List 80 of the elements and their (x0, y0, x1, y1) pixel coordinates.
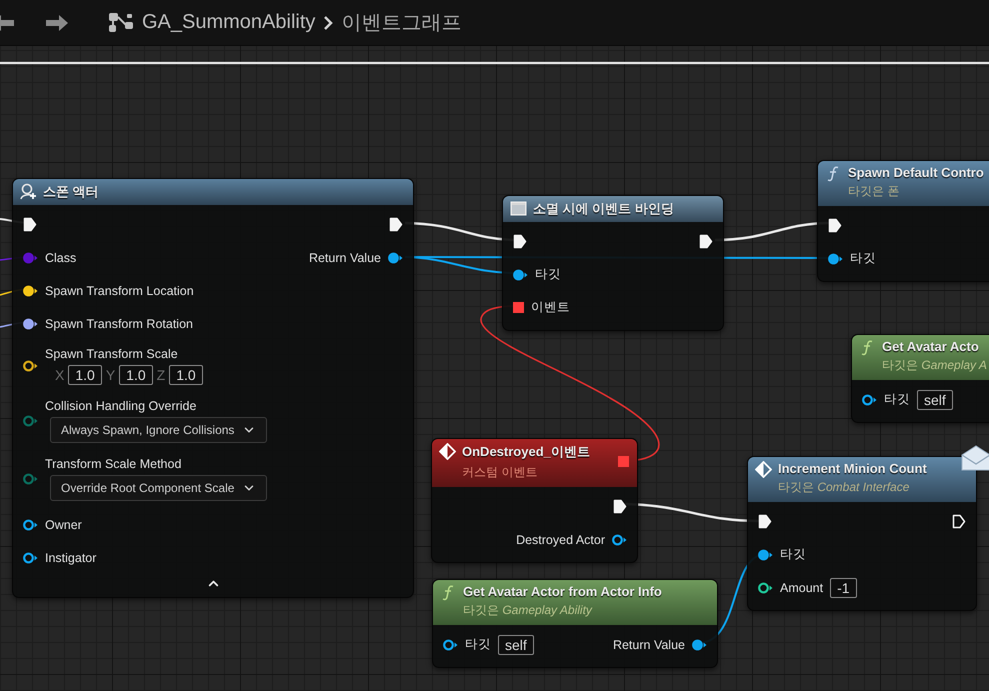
pin-label: 타깃 (780, 546, 806, 563)
node-title: Get Avatar Acto (882, 339, 980, 354)
pin-label: 이벤트 (531, 299, 570, 316)
node-title: OnDestroyed_이벤트 (462, 443, 590, 461)
pin-label: Return Value (308, 250, 381, 264)
graph-node[interactable]: OnDestroyed_이벤트 커스텀 이벤트 Destroyed Actor (431, 438, 638, 563)
pin-label: Return Value (612, 638, 685, 652)
data-pin[interactable] (23, 284, 38, 296)
data-pin[interactable] (23, 552, 38, 564)
data-pin[interactable] (862, 394, 877, 406)
node-title: Get Avatar Actor from Actor Info (463, 584, 662, 599)
data-pin[interactable] (443, 638, 458, 650)
node-subtitle: 타깃은 Gameplay A (882, 357, 987, 374)
pin-label: Transform Scale Method (45, 457, 182, 471)
exec-pin[interactable] (613, 499, 627, 514)
node-subtitle: 커스텀 이벤트 (462, 464, 538, 481)
graph-canvas[interactable] (0, 46, 989, 691)
data-pin[interactable] (758, 582, 773, 594)
forward-arrow-icon[interactable] (46, 14, 68, 32)
exec-pin[interactable] (952, 514, 966, 529)
axis-label: X (55, 367, 64, 383)
exec-pin[interactable] (389, 217, 403, 232)
axis-label: Y (106, 367, 116, 383)
data-pin[interactable] (692, 638, 707, 650)
data-pin[interactable] (23, 360, 38, 372)
value-field[interactable]: -1 (830, 578, 857, 598)
pin-label: Destroyed Actor (516, 532, 605, 546)
node-title: 스폰 액터 (43, 183, 99, 201)
pin-label: 타깃 (850, 250, 876, 267)
graph-icon (108, 12, 134, 34)
exec-pin[interactable] (828, 218, 842, 233)
pin-label: Class (45, 250, 76, 264)
value-field[interactable]: 1.0 (169, 365, 203, 385)
pin-label: 타깃 (535, 266, 561, 283)
value-field[interactable]: 1.0 (68, 365, 102, 385)
exec-pin[interactable] (758, 514, 772, 529)
diamond-icon (755, 461, 772, 478)
pin-label: Collision Handling Override (45, 399, 198, 413)
node-title: Increment Minion Count (778, 461, 927, 476)
value-field[interactable]: 1.0 (119, 365, 153, 385)
pin-label: Owner (45, 518, 82, 532)
node-subtitle: 타깃은 Gameplay Ability (463, 602, 594, 619)
data-pin[interactable] (23, 318, 38, 330)
diamond-icon (439, 443, 456, 460)
data-pin[interactable] (23, 518, 38, 530)
exec-pin[interactable] (23, 217, 37, 232)
asset-name[interactable]: GA_SummonAbility (142, 11, 316, 34)
value-field[interactable]: self (917, 390, 953, 410)
exec-pin[interactable] (513, 234, 527, 249)
window-icon (510, 200, 527, 217)
person-plus-icon (20, 183, 37, 200)
graph-node[interactable] (12, 178, 414, 598)
node-subtitle: 타깃은 폰 (848, 183, 900, 200)
graph-name[interactable]: 이벤트그래프 (341, 9, 462, 36)
envelope-icon (960, 445, 989, 471)
dropdown[interactable]: Override Root Component Scale (50, 475, 268, 501)
node-subtitle: 타깃은 Combat Interface (778, 479, 910, 496)
graph-node[interactable]: Get Avatar Actor from Actor Info 타깃은 Gameplay Ability 타깃 self Return Value (432, 579, 718, 668)
data-pin[interactable] (513, 268, 528, 280)
pin-label: Spawn Transform Rotation (45, 316, 193, 330)
data-pin[interactable] (828, 252, 843, 264)
graph-node[interactable]: Spawn Default Contro 타깃은 폰 타깃 (817, 160, 989, 282)
pin-label: 타깃 (465, 636, 491, 653)
pin-label: 타깃 (884, 391, 910, 408)
data-pin[interactable] (612, 534, 627, 546)
node-title: 소멸 시에 이벤트 바인딩 (533, 200, 674, 218)
graph-node[interactable]: Get Avatar Acto 타깃은 Gameplay A 타깃 self (851, 334, 989, 423)
data-pin[interactable] (388, 252, 403, 264)
axis-label: Z (156, 367, 166, 383)
chevron-right-icon (323, 16, 334, 30)
pin-label: Amount (780, 580, 824, 594)
pin-label: Instigator (45, 550, 96, 564)
pin-label: Spawn Transform Scale (45, 347, 179, 361)
exec-pin[interactable] (699, 234, 713, 249)
data-pin[interactable] (758, 548, 773, 560)
graph-node[interactable]: 소멸 시에 이벤트 바인딩 타깃 이벤트 (502, 195, 724, 331)
value-field[interactable]: self (498, 634, 534, 654)
node-title: Spawn Default Contro (848, 165, 984, 180)
dropdown[interactable]: Always Spawn, Ignore Collisions (50, 417, 268, 443)
pin-label: Spawn Transform Location (45, 284, 194, 298)
